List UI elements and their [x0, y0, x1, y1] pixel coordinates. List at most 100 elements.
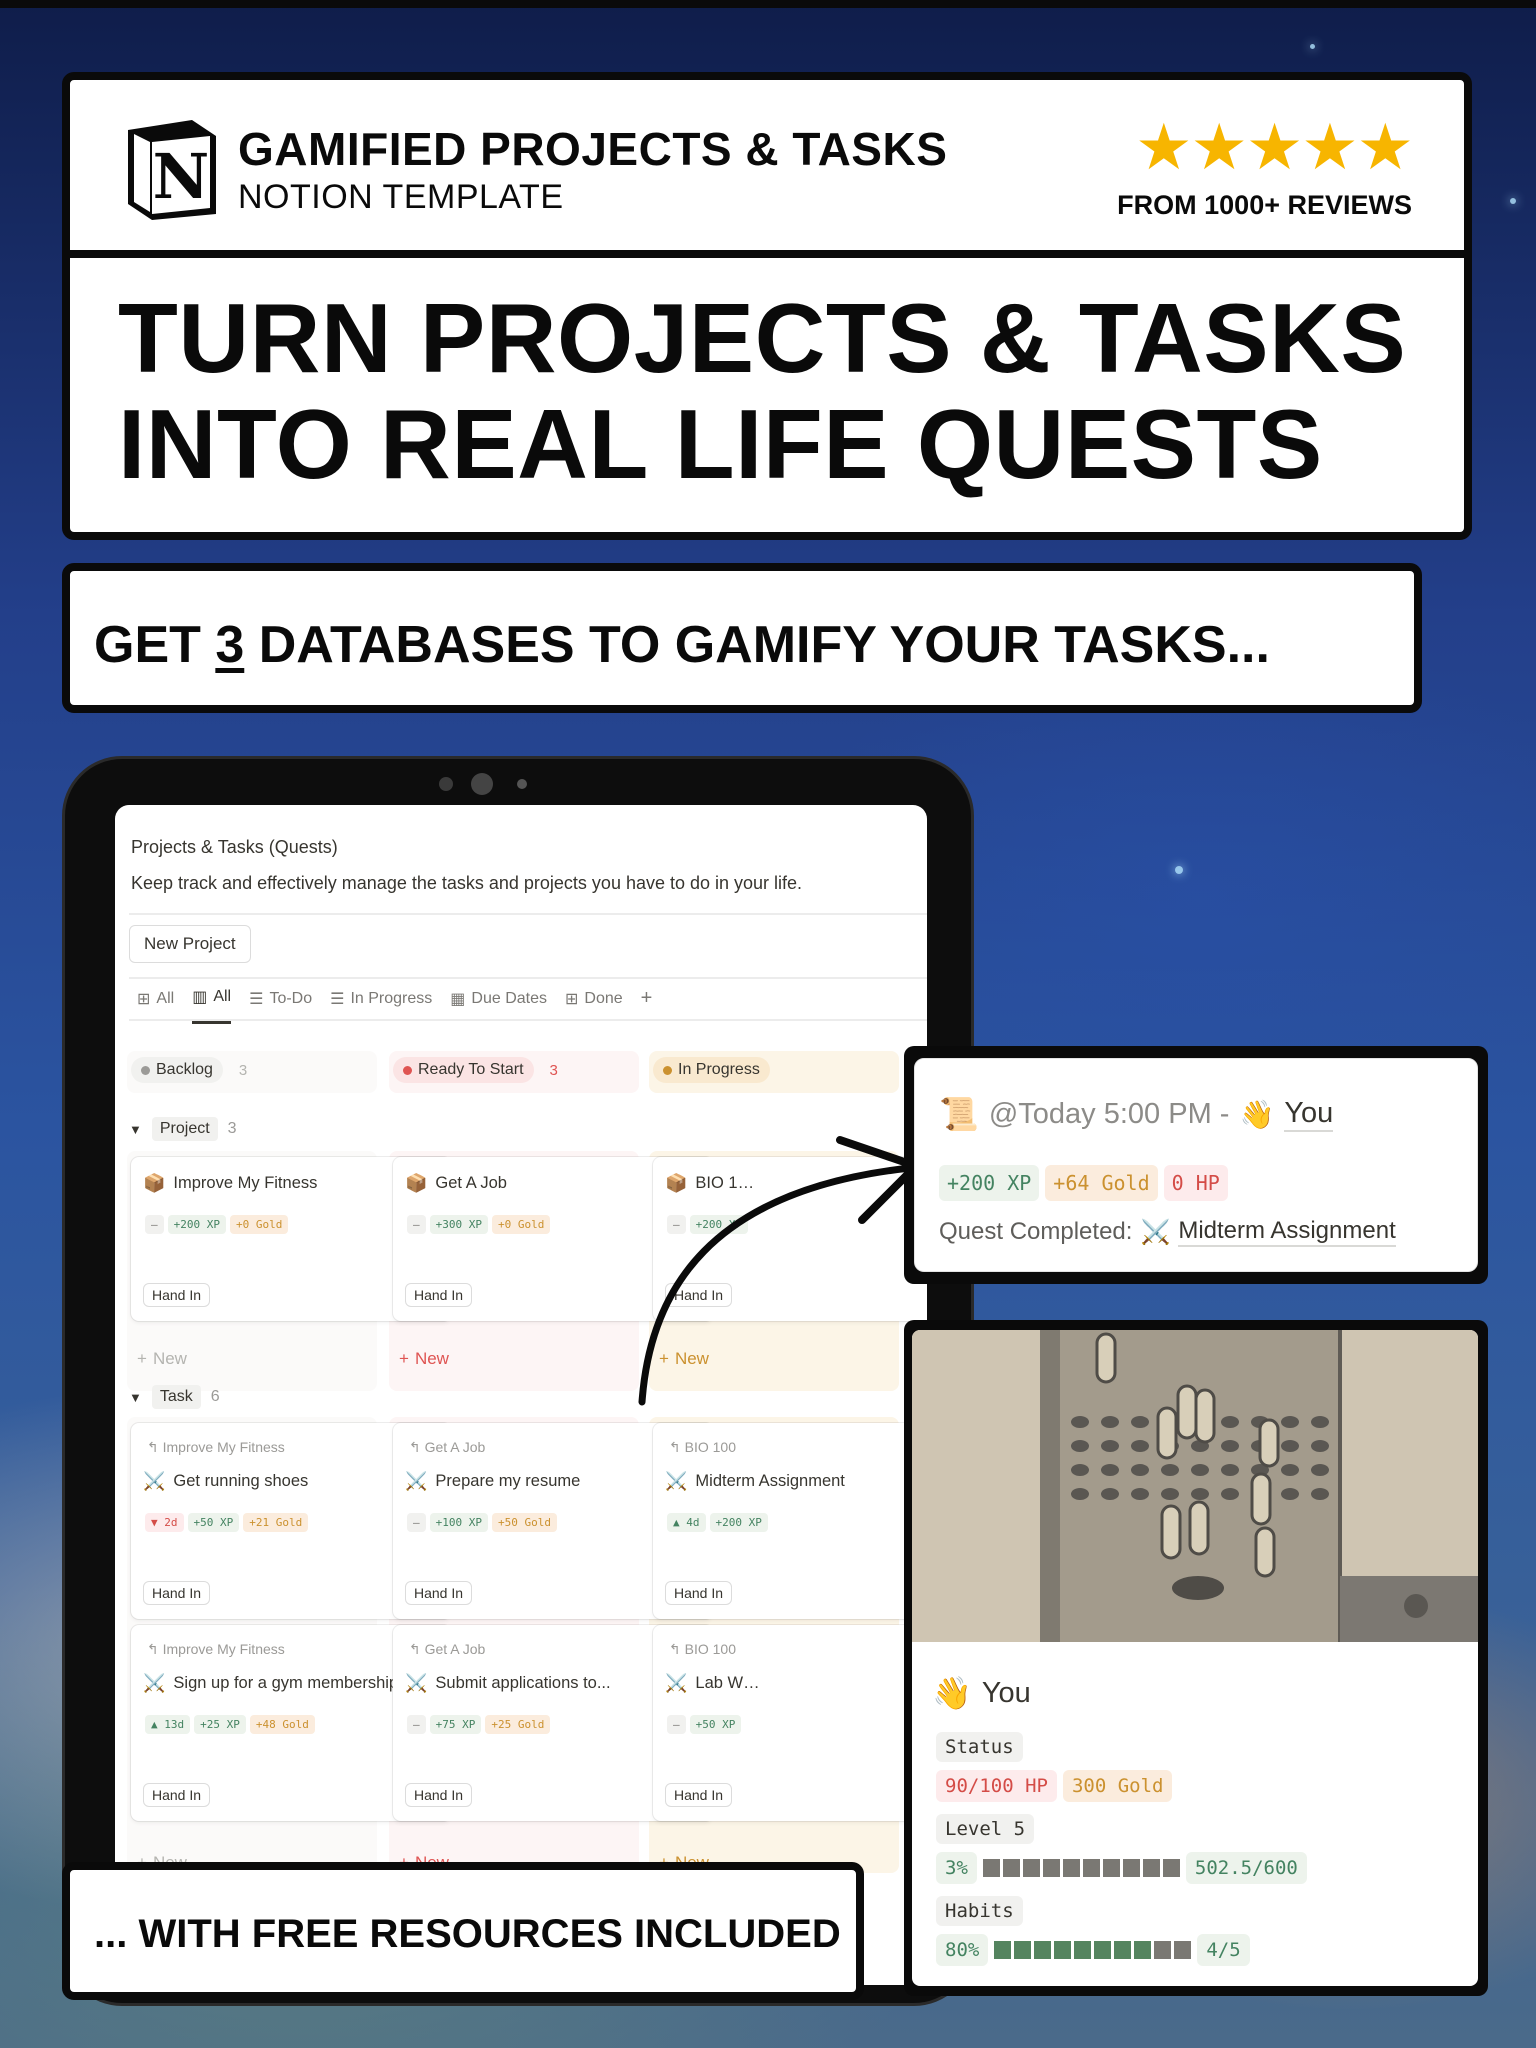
parent-project-link[interactable]: ↰ Get A Job	[409, 1641, 485, 1658]
add-new-card-button[interactable]: + New	[137, 1349, 187, 1369]
notion-logo-icon: N	[128, 120, 216, 220]
stud-decor	[1281, 1488, 1299, 1500]
crossed-swords-icon: ⚔️	[665, 1471, 688, 1491]
card-title-text: Midterm Assignment	[695, 1472, 845, 1490]
hand-in-button[interactable]: Hand In	[143, 1581, 211, 1605]
parent-project-link[interactable]: ↰ BIO 100	[669, 1439, 736, 1456]
crossed-swords-icon: ⚔️	[143, 1471, 166, 1491]
reward-chip: +21 Gold	[243, 1513, 309, 1532]
add-new-card-button[interactable]: + New	[399, 1349, 449, 1369]
relation-arrow-icon: ↰	[147, 1641, 163, 1657]
status-label: Ready To Start	[418, 1061, 524, 1078]
column-header-backlog[interactable]: Backlog 3	[131, 1057, 247, 1083]
group-header-task[interactable]: ▼ Task 6	[129, 1385, 220, 1409]
reward-chip: –	[407, 1513, 426, 1532]
parent-project-name: Improve My Fitness	[162, 1641, 285, 1657]
card-chips: ▲ 4d +200 XP	[667, 1513, 768, 1532]
group-label: Project	[151, 1117, 218, 1141]
card-title: ⚔️ Get running shoes	[143, 1471, 308, 1492]
bar-segment-empty	[982, 1859, 1000, 1877]
board-icon: ▥	[192, 989, 208, 1006]
status-label: Backlog	[156, 1061, 213, 1078]
bar-segment-filled	[1074, 1941, 1092, 1959]
stud-decor	[1161, 1464, 1179, 1476]
reward-chip: +200 XP	[167, 1215, 226, 1234]
list-icon: ☰	[330, 990, 345, 1008]
tab-label: Due Dates	[471, 989, 547, 1007]
habits-count: 4/5	[1197, 1934, 1250, 1966]
task-card[interactable]: ↰ BIO 100 ⚔️ Midterm Assignment ▲ 4d +200 …	[653, 1423, 927, 1619]
gallery-icon: ⊞	[565, 990, 579, 1008]
card-chips: – +100 XP +50 Gold	[407, 1513, 557, 1532]
wave-icon: 👋	[932, 1675, 972, 1711]
reward-chip: –	[667, 1715, 686, 1734]
toggle-triangle-icon[interactable]: ▼	[129, 1122, 142, 1137]
card-title-text: Improve My Fitness	[173, 1174, 318, 1192]
card-chips: ▲ 13d +25 XP +48 Gold	[145, 1715, 315, 1734]
hand-in-button[interactable]: Hand In	[143, 1783, 211, 1807]
pillar-decor	[1258, 1418, 1280, 1468]
bar-segment-filled	[994, 1941, 1012, 1959]
reward-chip: –	[407, 1215, 426, 1234]
stud-decor	[1101, 1464, 1119, 1476]
reward-chip: +200 XP	[709, 1513, 768, 1532]
parent-project-link[interactable]: ↰ Improve My Fitness	[147, 1439, 285, 1456]
crossed-swords-icon: ⚔️	[1140, 1218, 1171, 1246]
reward-chip: +300 XP	[429, 1215, 488, 1234]
new-project-button[interactable]: New Project	[129, 925, 251, 963]
bar-segment-filled	[1034, 1941, 1052, 1959]
stud-decor	[1161, 1488, 1179, 1500]
pixel-game-cover-image	[912, 1330, 1478, 1642]
scroll-icon: 📜	[939, 1096, 979, 1132]
quest-link[interactable]: Midterm Assignment	[1178, 1217, 1396, 1247]
column-header-ready-to-start[interactable]: Ready To Start 3	[393, 1057, 558, 1083]
reward-chip: 0 HP	[1163, 1165, 1228, 1201]
stud-decor	[1101, 1416, 1119, 1428]
bar-segment-empty	[1002, 1859, 1020, 1877]
toggle-triangle-icon[interactable]: ▼	[129, 1390, 142, 1405]
task-card[interactable]: ↰ BIO 100 ⚔️ Lab W… – +50 XP Hand In	[653, 1625, 927, 1821]
stud-decor	[1101, 1440, 1119, 1452]
hand-in-button[interactable]: Hand In	[405, 1283, 473, 1307]
parent-project-name: Improve My Fitness	[162, 1439, 285, 1455]
level-percent: 3%	[936, 1852, 977, 1884]
hand-in-button[interactable]: Hand In	[665, 1783, 733, 1807]
plus-icon: +	[399, 1349, 409, 1368]
user-mention-link[interactable]: You	[1284, 1097, 1334, 1132]
reward-chip: +50 Gold	[491, 1513, 557, 1532]
group-header-project[interactable]: ▼ Project 3	[129, 1117, 237, 1141]
card-title-text: Prepare my resume	[435, 1472, 581, 1490]
crossed-swords-icon: ⚔️	[665, 1673, 688, 1693]
calendar-icon: ▦	[450, 990, 466, 1008]
database-description: Keep track and effectively manage the ta…	[131, 873, 803, 893]
card-chips: ▼ 2d +50 XP +21 Gold	[145, 1513, 309, 1532]
hand-in-button[interactable]: Hand In	[665, 1581, 733, 1605]
status-pill: Backlog	[131, 1057, 223, 1083]
parent-project-link[interactable]: ↰ BIO 100	[669, 1641, 736, 1658]
sparkle	[1510, 198, 1516, 204]
pillar-decor	[1156, 1406, 1178, 1460]
card-title: ⚔️ Sign up for a gym membership	[143, 1673, 398, 1694]
reward-chip: +50 XP	[689, 1715, 742, 1734]
quest-notification: 📜 @Today 5:00 PM - 👋 You +200 XP +64 Gold…	[904, 1046, 1488, 1284]
reward-chip: +50 XP	[187, 1513, 240, 1532]
parent-project-link[interactable]: ↰ Improve My Fitness	[147, 1641, 285, 1658]
stud-decor	[1221, 1488, 1239, 1500]
status-label: In Progress	[678, 1061, 760, 1078]
stud-decor	[1221, 1416, 1239, 1428]
tab-label: In Progress	[350, 989, 433, 1007]
pillar-decor	[1176, 1384, 1198, 1440]
pillar-decor	[1250, 1472, 1272, 1526]
parent-project-link[interactable]: ↰ Get A Job	[409, 1439, 485, 1456]
status-row: 90/100 HP 300 Gold	[936, 1770, 1173, 1802]
new-label: New	[152, 1349, 187, 1368]
relation-arrow-icon: ↰	[409, 1641, 425, 1657]
stud-decor	[1071, 1416, 1089, 1428]
hand-in-button[interactable]: Hand In	[143, 1283, 211, 1307]
parent-project-name: Get A Job	[424, 1439, 486, 1455]
column-header-in-progress[interactable]: In Progress	[653, 1057, 786, 1083]
stud-decor	[1281, 1440, 1299, 1452]
hand-in-button[interactable]: Hand In	[405, 1783, 473, 1807]
stud-decor	[1281, 1464, 1299, 1476]
hand-in-button[interactable]: Hand In	[405, 1581, 473, 1605]
